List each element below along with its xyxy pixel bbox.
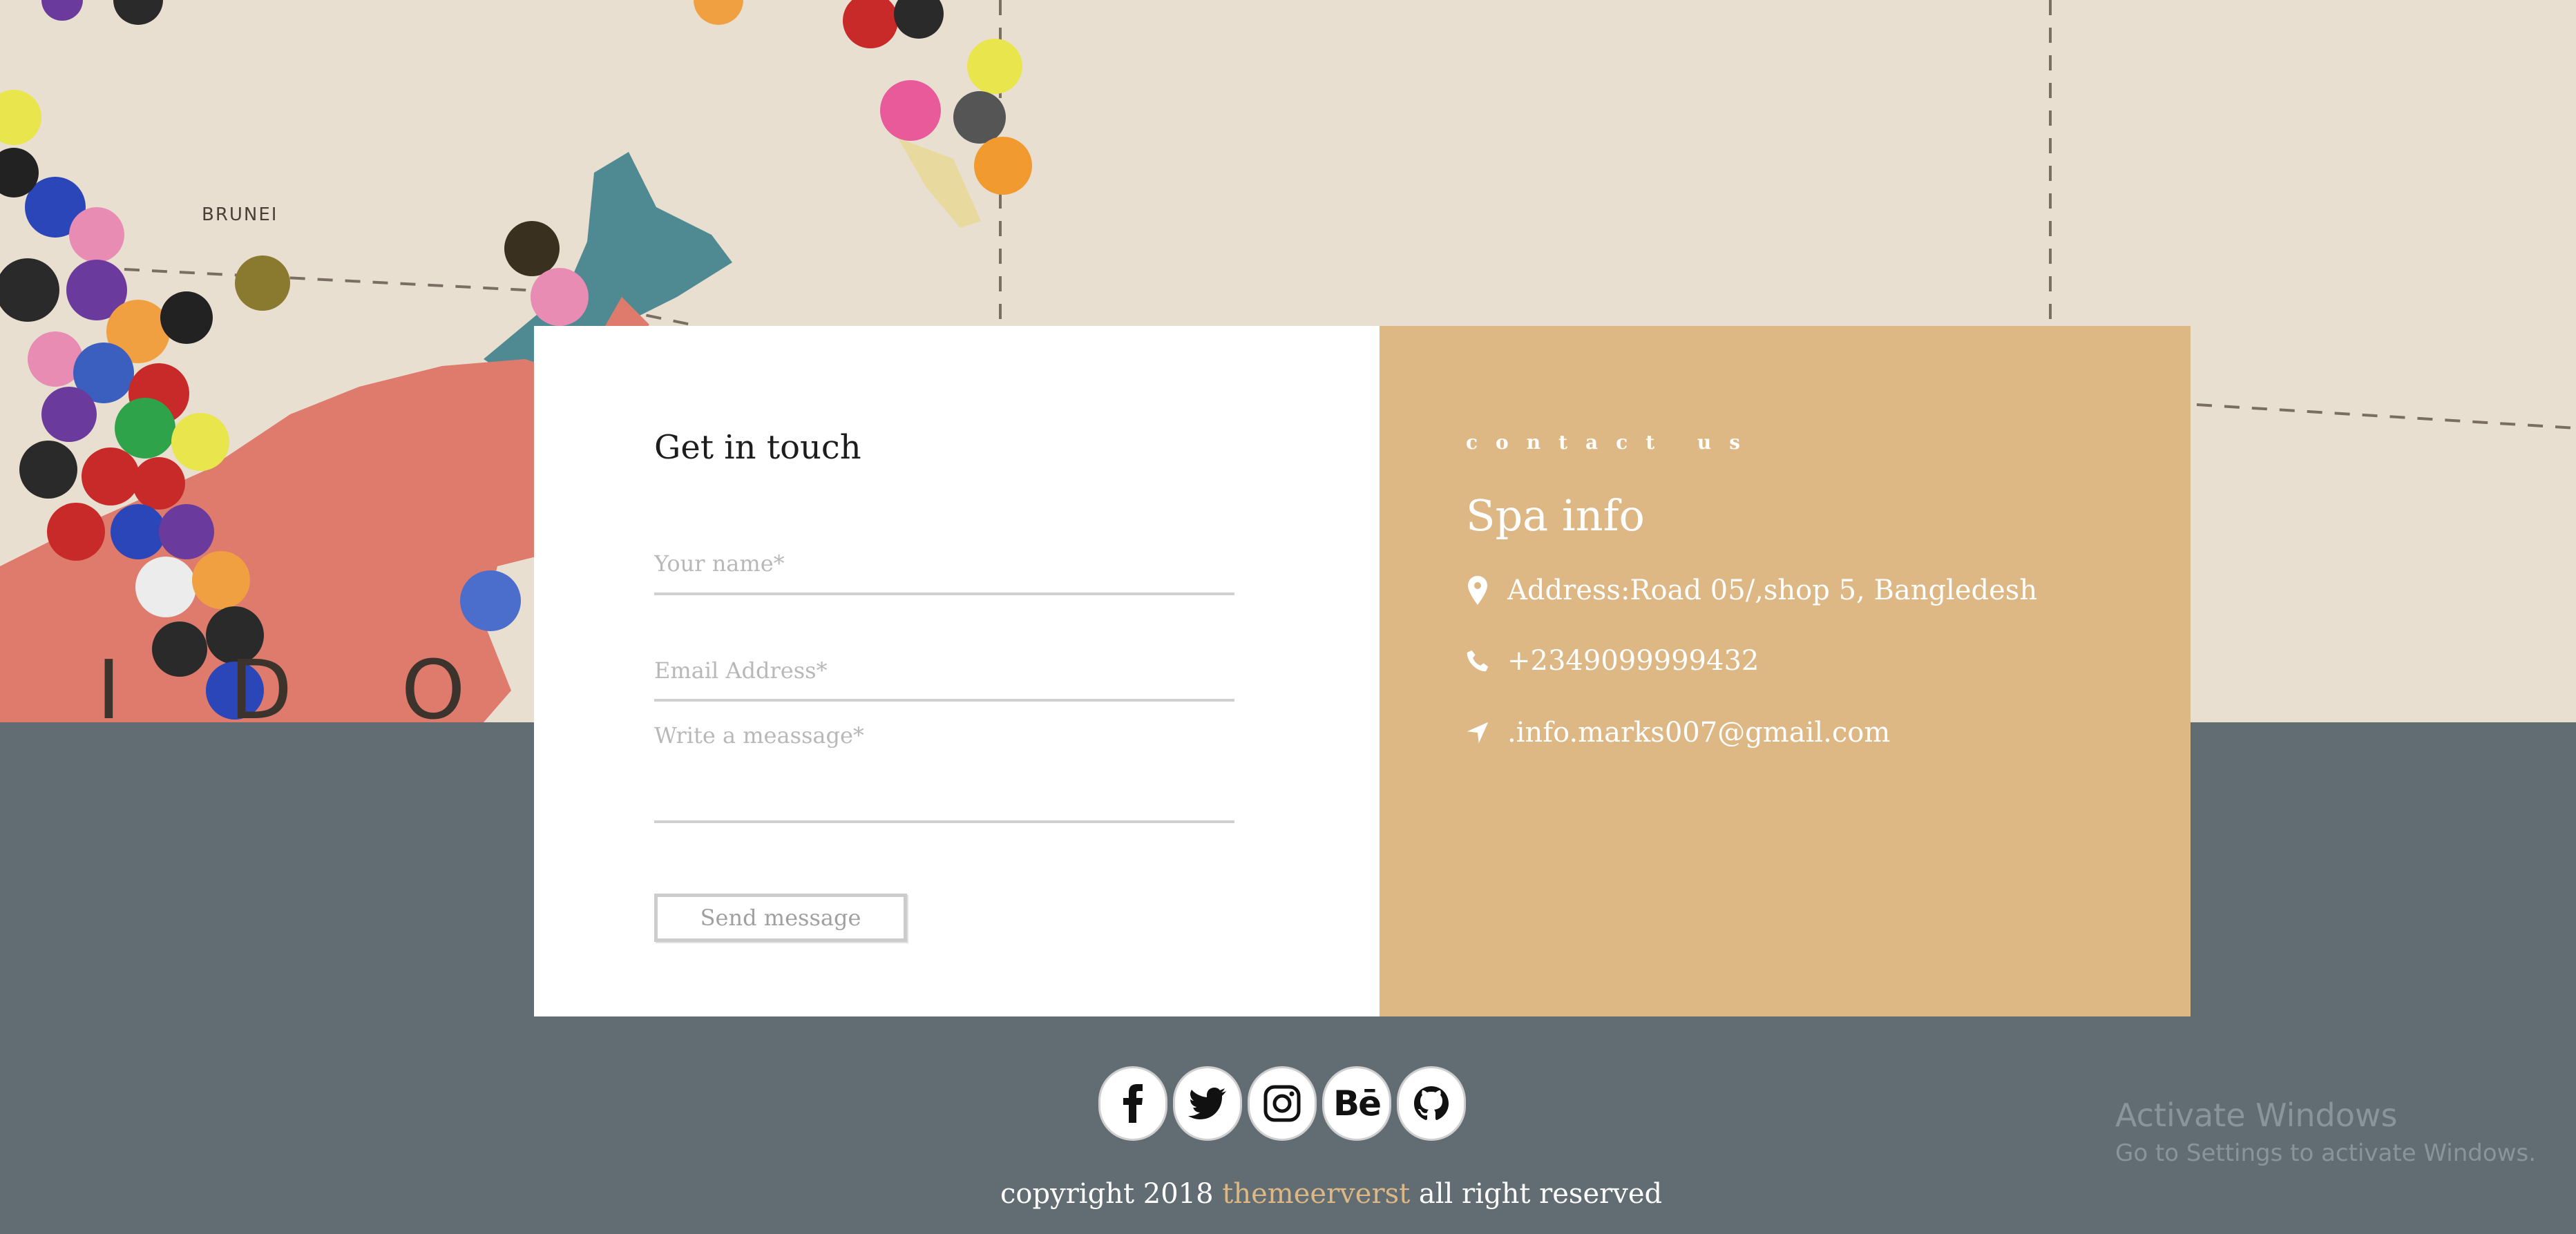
address-row: Address:Road 05/,shop 5, Bangledesh	[1466, 575, 2037, 606]
instagram-icon	[1263, 1085, 1301, 1122]
behance-icon: Bē	[1333, 1083, 1382, 1124]
email-field-wrapper	[654, 642, 1234, 702]
info-title: Spa info	[1466, 490, 1645, 541]
watermark-subtitle: Go to Settings to activate Windows.	[2115, 1139, 2536, 1167]
copyright-prefix: copyright 2018	[1000, 1178, 1223, 1210]
send-message-button[interactable]: Send message	[654, 894, 907, 942]
location-arrow-icon	[1466, 717, 1489, 748]
instagram-button[interactable]	[1248, 1066, 1317, 1141]
copyright-suffix: all right reserved	[1410, 1178, 1663, 1210]
copyright-text: copyright 2018 themeerverst all right re…	[1000, 1178, 1662, 1210]
email-row: .info.marks007@gmail.com	[1466, 717, 1890, 749]
map-label-brunei: BRUNEI	[202, 204, 278, 225]
social-links: Bē	[1098, 1066, 1466, 1141]
brand-link[interactable]: themeerverst	[1222, 1178, 1410, 1210]
contact-card: Get in touch Send message contact us Spa…	[534, 326, 2191, 1016]
facebook-icon	[1123, 1084, 1143, 1123]
facebook-button[interactable]	[1098, 1066, 1167, 1141]
github-icon	[1414, 1086, 1449, 1120]
watermark-title: Activate Windows	[2115, 1097, 2398, 1134]
map-pin-icon	[1466, 575, 1489, 606]
spa-info-panel: contact us Spa info Address:Road 05/,sho…	[1380, 326, 2191, 1016]
phone-text: +2349099999432	[1507, 645, 1759, 677]
name-field-wrapper	[654, 534, 1234, 595]
phone-icon	[1466, 646, 1489, 676]
behance-button[interactable]: Bē	[1322, 1066, 1391, 1141]
twitter-icon	[1188, 1088, 1226, 1119]
twitter-button[interactable]	[1173, 1066, 1242, 1141]
message-field-wrapper	[654, 721, 1234, 823]
contact-form-panel: Get in touch Send message	[534, 326, 1380, 1016]
email-input[interactable]	[654, 642, 1234, 699]
name-input[interactable]	[654, 534, 1234, 592]
message-textarea[interactable]	[654, 721, 1234, 822]
address-text: Address:Road 05/,shop 5, Bangledesh	[1507, 575, 2038, 606]
activate-windows-watermark: Activate Windows Go to Settings to activ…	[2115, 1097, 2536, 1167]
email-text: .info.marks007@gmail.com	[1507, 717, 1891, 749]
form-title: Get in touch	[654, 428, 861, 467]
github-button[interactable]	[1397, 1066, 1466, 1141]
phone-row: +2349099999432	[1466, 645, 1759, 677]
map-label-country: I D O	[97, 642, 507, 722]
contact-us-eyebrow: contact us	[1466, 431, 1759, 454]
